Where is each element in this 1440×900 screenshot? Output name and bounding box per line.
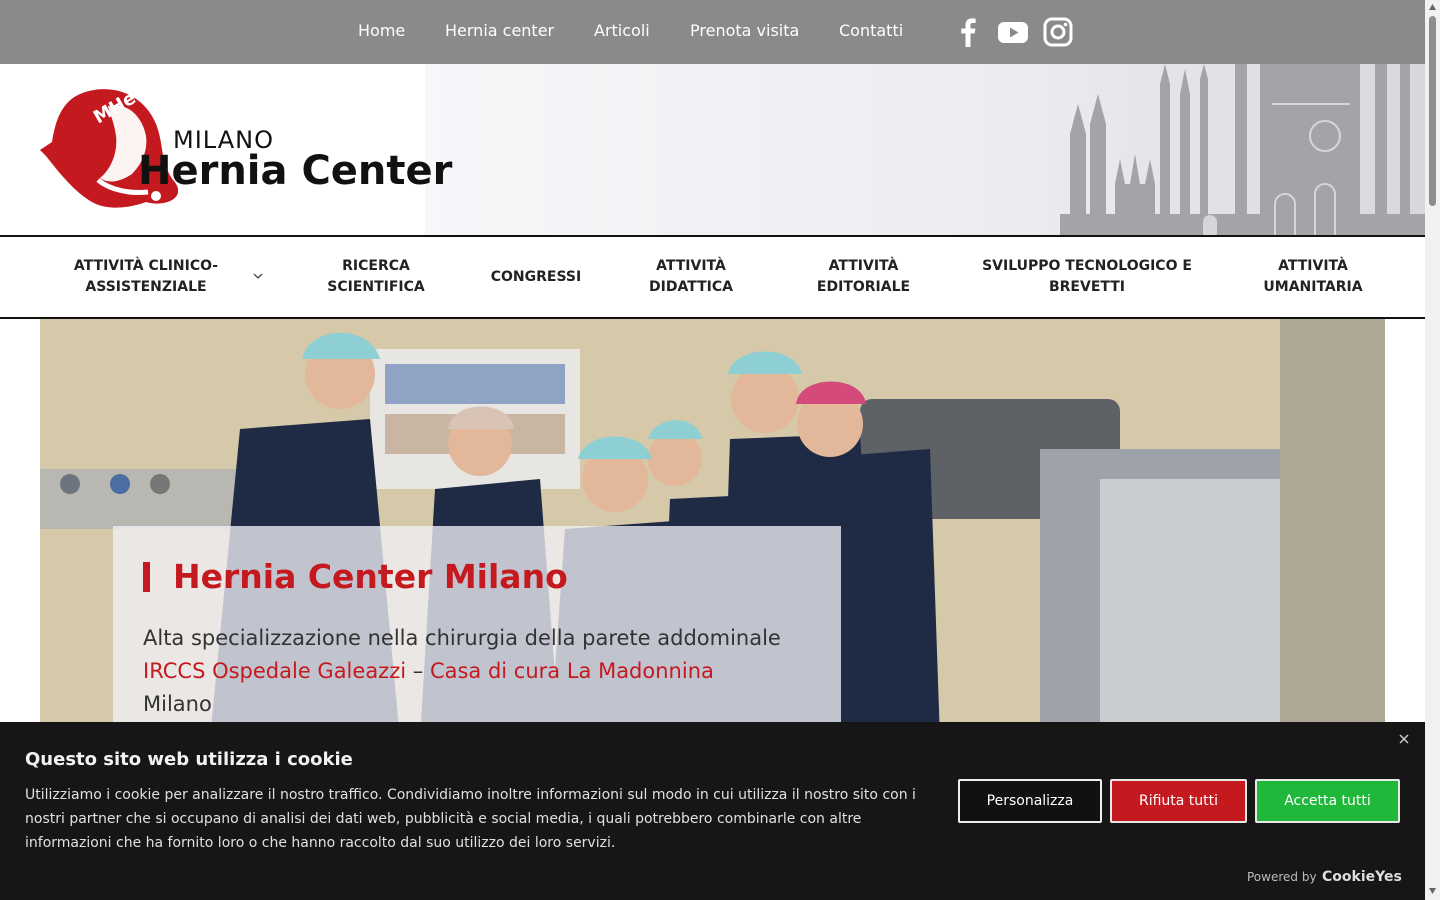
nav-ricerca-scientifica[interactable]: RICERCA SCIENTIFICA xyxy=(300,237,452,317)
nav-attivita-editoriale[interactable]: ATTIVITÀ EDITORIALE xyxy=(792,237,935,317)
hero-hospital-links: IRCCS Ospedale Galeazzi – Casa di cura L… xyxy=(143,655,714,688)
hero-link-separator: – xyxy=(406,659,430,683)
topnav-contatti-link[interactable]: Contatti xyxy=(839,20,903,42)
nav-attivita-didattica[interactable]: ATTIVITÀ DIDATTICA xyxy=(628,237,754,317)
hero-title: Hernia Center Milano xyxy=(173,557,568,596)
topnav-home-link[interactable]: Home xyxy=(358,20,405,42)
cookie-banner-title: Questo sito web utilizza i cookie xyxy=(25,749,353,770)
topnav-articoli-link[interactable]: Articoli xyxy=(594,20,650,42)
facebook-icon[interactable] xyxy=(952,16,984,48)
duomo-illustration xyxy=(1060,64,1425,236)
nav-sviluppo-tecnologico-brevetti[interactable]: SVILUPPO TECNOLOGICO E BREVETTI xyxy=(970,237,1204,317)
youtube-icon[interactable] xyxy=(997,16,1029,48)
topnav-prenota-visita-link[interactable]: Prenota visita xyxy=(690,20,799,42)
top-navigation: Home Hernia center Articoli Prenota visi… xyxy=(0,0,1425,64)
link-la-madonnina[interactable]: Casa di cura La Madonnina xyxy=(430,659,714,683)
scroll-up-arrow-icon[interactable] xyxy=(1429,4,1436,10)
customize-cookies-button[interactable]: Personalizza xyxy=(958,779,1102,823)
site-logo[interactable]: MHeC MILANO Hernia Center xyxy=(38,84,452,214)
nav-attivita-umanitaria[interactable]: ATTIVITÀ UMANITARIA xyxy=(1240,237,1386,317)
hero-subtitle: Alta specializzazione nella chirurgia de… xyxy=(143,626,781,650)
powered-by-text: Powered by xyxy=(1247,870,1317,884)
nav-congressi[interactable]: CONGRESSI xyxy=(478,237,594,317)
chevron-down-icon[interactable] xyxy=(252,270,264,282)
instagram-icon[interactable] xyxy=(1042,16,1074,48)
accept-all-cookies-button[interactable]: Accetta tutti xyxy=(1255,779,1400,823)
cookie-banner-description: Utilizziamo i cookie per analizzare il n… xyxy=(25,787,916,851)
site-header: MHeC MILANO Hernia Center xyxy=(0,64,1425,236)
scrollbar-thumb[interactable] xyxy=(1429,16,1436,206)
cookie-consent-banner: Questo sito web utilizza i cookie Utiliz… xyxy=(0,722,1425,900)
hero-text-panel: Hernia Center Milano Alta specializzazio… xyxy=(113,526,841,739)
topnav-hernia-center-link[interactable]: Hernia center xyxy=(445,20,554,42)
close-icon[interactable] xyxy=(1396,731,1412,747)
reject-all-cookies-button[interactable]: Rifiuta tutti xyxy=(1110,779,1247,823)
hero-title-accent-bar xyxy=(143,562,150,592)
cookieyes-logo[interactable]: CookieYes xyxy=(1322,868,1402,886)
logo-name-text: Hernia Center xyxy=(138,148,453,194)
hero-city: Milano xyxy=(143,692,212,716)
nav-attivita-clinico-assistenziale[interactable]: ATTIVITÀ CLINICO-ASSISTENZIALE xyxy=(40,237,252,317)
page-scrollbar[interactable] xyxy=(1425,0,1440,900)
main-navigation: ATTIVITÀ CLINICO-ASSISTENZIALE RICERCA S… xyxy=(0,235,1425,319)
scroll-down-arrow-icon[interactable] xyxy=(1429,888,1436,894)
link-irccs-galeazzi[interactable]: IRCCS Ospedale Galeazzi xyxy=(143,659,406,683)
hero-section: Hernia Center Milano Alta specializzazio… xyxy=(40,319,1385,739)
